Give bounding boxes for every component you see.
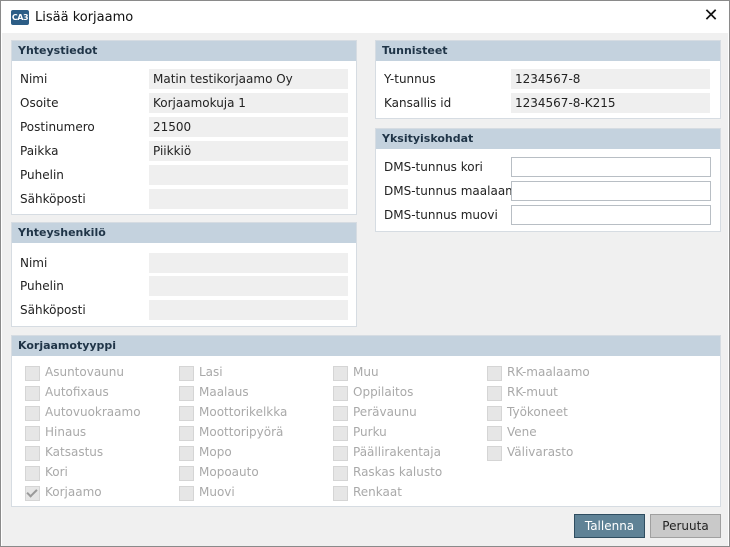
business-id-label: Y-tunnus [384,72,436,86]
checkbox-label: Kori [45,465,68,479]
contact-city-label: Paikka [20,144,59,158]
checkbox-label: Vene [507,425,537,439]
contact-email-field[interactable] [149,189,348,209]
identifiers-panel-header: Tunnisteet [376,41,720,61]
checkbox-box[interactable] [487,426,502,441]
checkbox-label: Lasi [199,365,223,379]
checkbox-box[interactable] [25,446,40,461]
checkbox-label: RK-muut [507,385,558,399]
dms-plastic-label: DMS-tunnus muovi [384,208,498,222]
contact-panel-header: Yhteystiedot [12,41,356,61]
details-panel: Yksityiskohdat DMS-tunnus kori DMS-tunnu… [375,128,721,232]
checkbox-box[interactable] [179,466,194,481]
checkbox-label: Päällirakentaja [353,445,441,459]
contact-email-label: Sähköposti [20,192,86,206]
checkbox-box[interactable] [179,366,194,381]
checkbox-label: Autovuokraamo [45,405,141,419]
checkbox-label: Muu [353,365,379,379]
person-email-field[interactable] [149,300,348,320]
repair-type-panel-header: Korjaamotyyppi [12,336,720,356]
app-icon: CA3 [11,10,29,25]
contact-phone-label: Puhelin [20,168,64,182]
national-id-field[interactable]: 1234567-8-K215 [511,93,710,113]
checkbox-label: Autofixaus [45,385,109,399]
checkbox-label: Raskas kalusto [353,465,443,479]
checkbox-label: Maalaus [199,385,249,399]
checkbox-box-checked[interactable] [25,486,40,501]
national-id-label: Kansallis id [384,96,452,110]
checkbox-box[interactable] [487,366,502,381]
business-id-field[interactable]: 1234567-8 [511,69,710,89]
checkbox-label: Purku [353,425,387,439]
checkbox-box[interactable] [487,386,502,401]
checkbox-box[interactable] [25,406,40,421]
checkbox-box[interactable] [179,486,194,501]
checkbox-box[interactable] [333,426,348,441]
contact-person-panel-header: Yhteyshenkilö [12,223,356,243]
checkbox-box[interactable] [333,466,348,481]
checkbox-box[interactable] [333,486,348,501]
add-repair-shop-dialog: CA3 Lisää korjaamo ✕ Yhteystiedot Nimi M… [0,0,730,547]
dms-paint-label: DMS-tunnus maalaamo [384,184,525,198]
checkbox-box[interactable] [179,446,194,461]
checkbox-box[interactable] [487,406,502,421]
dms-paint-input[interactable] [511,181,711,201]
dms-body-label: DMS-tunnus kori [384,160,483,174]
checkbox-box[interactable] [25,386,40,401]
contact-city-field[interactable]: Piikkiö [149,141,348,161]
checkbox-label: RK-maalaamo [507,365,590,379]
contact-postal-label: Postinumero [20,120,95,134]
checkbox-box[interactable] [487,446,502,461]
title-bar: CA3 Lisää korjaamo ✕ [1,1,729,33]
person-email-label: Sähköposti [20,303,86,317]
dms-body-input[interactable] [511,157,711,177]
checkbox-label: Asuntovaunu [45,365,124,379]
identifiers-panel: Tunnisteet Y-tunnus 1234567-8 Kansallis … [375,40,721,119]
contact-phone-field[interactable] [149,165,348,185]
checkbox-box[interactable] [333,406,348,421]
person-phone-label: Puhelin [20,279,64,293]
checkbox-label: Perävaunu [353,405,417,419]
checkbox-box[interactable] [333,386,348,401]
repair-type-panel: Korjaamotyyppi Asuntovaunu Autofixaus Au… [11,335,721,507]
contact-address-label: Osoite [20,96,59,110]
contact-postal-field[interactable]: 21500 [149,117,348,137]
checkbox-label: Työkoneet [507,405,568,419]
checkbox-label: Mopoauto [199,465,259,479]
checkbox-label: Moottoripyörä [199,425,284,439]
checkbox-label: Välivarasto [507,445,574,459]
dms-plastic-input[interactable] [511,205,711,225]
person-name-label: Nimi [20,256,48,270]
checkbox-box[interactable] [179,386,194,401]
checkbox-label: Oppilaitos [353,385,414,399]
contact-name-field[interactable]: Matin testikorjaamo Oy [149,69,348,89]
save-button[interactable]: Tallenna [574,514,645,538]
checkbox-label: Renkaat [353,485,402,499]
person-name-field[interactable] [149,253,348,273]
checkbox-box[interactable] [25,366,40,381]
checkbox-box[interactable] [25,466,40,481]
dialog-content: Yhteystiedot Nimi Matin testikorjaamo Oy… [2,33,728,546]
checkbox-box[interactable] [333,446,348,461]
contact-name-label: Nimi [20,72,48,86]
details-panel-header: Yksityiskohdat [376,129,720,149]
checkbox-box[interactable] [179,406,194,421]
checkbox-label: Korjaamo [45,485,102,499]
checkbox-label: Muovi [199,485,235,499]
close-icon[interactable]: ✕ [693,1,729,33]
dialog-title: Lisää korjaamo [35,10,134,25]
contact-address-field[interactable]: Korjaamokuja 1 [149,93,348,113]
checkbox-box[interactable] [25,426,40,441]
checkbox-box[interactable] [333,366,348,381]
cancel-button[interactable]: Peruuta [650,514,721,538]
person-phone-field[interactable] [149,276,348,296]
checkbox-label: Mopo [199,445,232,459]
contact-panel: Yhteystiedot Nimi Matin testikorjaamo Oy… [11,40,357,215]
checkbox-box[interactable] [179,426,194,441]
checkbox-label: Moottorikelkka [199,405,288,419]
checkbox-label: Katsastus [45,445,104,459]
checkbox-label: Hinaus [45,425,87,439]
contact-person-panel: Yhteyshenkilö Nimi Puhelin Sähköposti [11,222,357,327]
